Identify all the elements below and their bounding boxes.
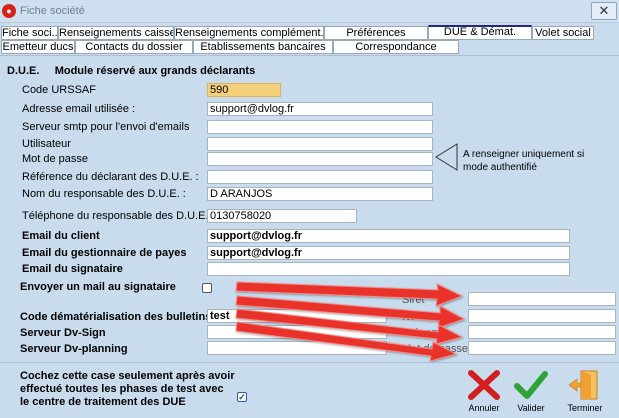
exit-label: Terminer <box>567 403 603 413</box>
test-phase-checkbox[interactable]: ✓ <box>237 392 247 402</box>
cancel-label: Annuler <box>468 403 500 413</box>
cancel-x-icon <box>468 370 500 400</box>
validate-check-icon <box>514 371 548 399</box>
exit-door-icon <box>568 370 598 400</box>
bottom-divider <box>0 362 619 363</box>
annotation-arrows <box>235 281 466 362</box>
validate-button[interactable]: Valider <box>508 369 554 413</box>
test-phase-note: Cochez cette case seulement après avoir … <box>20 370 235 408</box>
exit-button[interactable]: Terminer <box>562 369 608 413</box>
validate-label: Valider <box>517 403 545 413</box>
cancel-button[interactable]: Annuler <box>461 369 507 413</box>
